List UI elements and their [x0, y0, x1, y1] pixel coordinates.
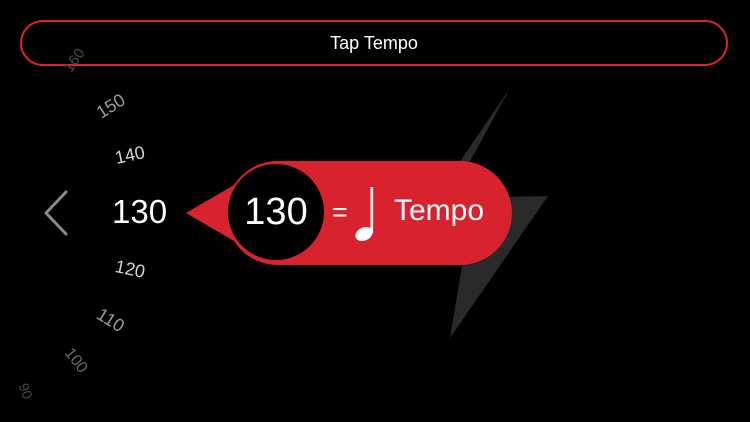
dial-current-value[interactable]: 130: [112, 193, 167, 231]
tap-tempo-button[interactable]: Tap Tempo: [20, 20, 728, 66]
tempo-display: 130 = Tempo: [186, 161, 512, 265]
dial-label-150[interactable]: 150: [93, 90, 130, 124]
tempo-value-circle: 130: [228, 164, 324, 260]
dial-label-100[interactable]: 100: [60, 345, 91, 377]
tempo-screen: Tap Tempo 160 150 140 130 120 110 100 90…: [0, 0, 750, 422]
chevron-left-icon[interactable]: [38, 188, 72, 238]
dial-label-140[interactable]: 140: [113, 142, 147, 169]
tap-tempo-label: Tap Tempo: [330, 32, 418, 53]
dial-label-110[interactable]: 110: [93, 304, 128, 337]
tempo-unit-label: Tempo: [394, 194, 485, 227]
equals-sign: =: [332, 197, 348, 227]
quarter-note-icon: [355, 187, 374, 242]
tempo-value: 130: [244, 190, 308, 233]
dial-label-90[interactable]: 90: [16, 381, 36, 401]
dial-label-120[interactable]: 120: [113, 256, 147, 283]
